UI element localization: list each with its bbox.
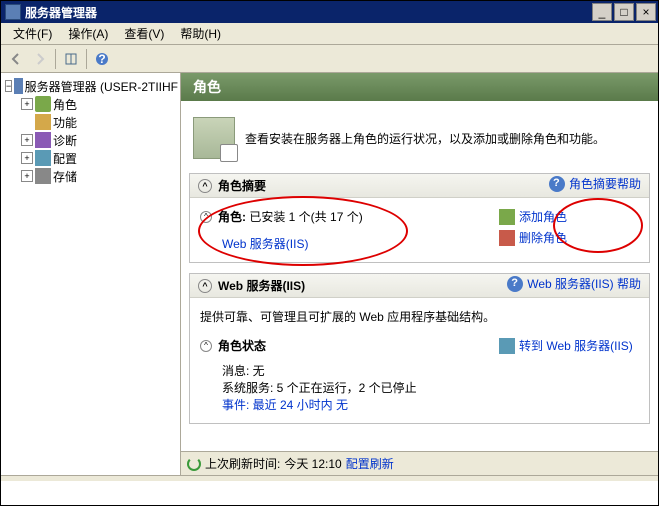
intro-block: 查看安装在服务器上角色的运行状况，以及添加或删除角色和功能。 (189, 109, 650, 173)
features-icon (35, 114, 51, 130)
refresh-label: 上次刷新时间: (205, 455, 280, 472)
expand-icon[interactable]: + (21, 152, 33, 164)
maximize-button[interactable]: □ (614, 3, 634, 21)
collapse-icon[interactable]: − (5, 80, 12, 92)
window-title: 服务器管理器 (25, 4, 97, 21)
section-summary: ^ 角色摘要 角色摘要帮助 ^ 角色: 已安装 1 个(共 17 个) (189, 173, 650, 263)
section-title: Web 服务器(IIS) (218, 277, 305, 294)
svg-text:?: ? (98, 52, 105, 66)
help-link[interactable]: Web 服务器(IIS) 帮助 (507, 275, 641, 292)
forward-button[interactable] (29, 48, 51, 70)
server-icon (14, 78, 22, 94)
menu-file[interactable]: 文件(F) (5, 23, 60, 44)
remove-role-link[interactable]: 删除角色 (499, 229, 639, 246)
help-button[interactable]: ? (91, 48, 113, 70)
tree-label: 角色 (53, 96, 77, 113)
help-icon (507, 276, 523, 292)
content-scroll[interactable]: 查看安装在服务器上角色的运行状况，以及添加或删除角色和功能。 ^ 角色摘要 角色… (181, 101, 658, 451)
collapse-icon[interactable]: ^ (198, 179, 212, 193)
config-refresh-link[interactable]: 配置刷新 (346, 455, 394, 472)
remove-icon (499, 230, 515, 246)
section-webserver: ^ Web 服务器(IIS) Web 服务器(IIS) 帮助 提供可靠、可管理且… (189, 273, 650, 424)
add-icon (499, 209, 515, 225)
tree-item-config[interactable]: + 配置 (3, 149, 178, 167)
tree-item-storage[interactable]: + 存储 (3, 167, 178, 185)
status-evt: 事件: 最近 24 小时内 无 (222, 396, 499, 413)
expand-icon[interactable]: + (21, 98, 33, 110)
tree-label: 存储 (53, 168, 77, 185)
add-role-link[interactable]: 添加角色 (499, 208, 639, 225)
status-msg: 消息: 无 (222, 362, 499, 379)
status-title: 角色状态 (218, 337, 266, 354)
title-bar: 服务器管理器 _ □ × (1, 1, 658, 23)
collapse-icon[interactable]: ^ (200, 211, 212, 223)
tree-label: 诊断 (53, 132, 77, 149)
tree-root[interactable]: − 服务器管理器 (USER-2TIIHF (3, 77, 178, 95)
expand-icon[interactable]: + (21, 134, 33, 146)
content-panel: 角色 查看安装在服务器上角色的运行状况，以及添加或删除角色和功能。 ^ 角色摘要… (181, 73, 658, 475)
tree-item-features[interactable]: 功能 (3, 113, 178, 131)
goto-link[interactable]: 转到 Web 服务器(IIS) (499, 337, 639, 354)
roles-big-icon (193, 117, 235, 159)
diagnostics-icon (35, 132, 51, 148)
status-svc: 系统服务: 5 个正在运行，2 个已停止 (222, 379, 499, 396)
status-bar: 上次刷新时间: 今天 12:10 配置刷新 (181, 451, 658, 475)
tree-label: 功能 (53, 114, 77, 131)
storage-icon (35, 168, 51, 184)
menu-help[interactable]: 帮助(H) (172, 23, 229, 44)
menu-action[interactable]: 操作(A) (60, 23, 116, 44)
roles-count: 已安装 1 个(共 17 个) (249, 210, 362, 224)
link-iis[interactable]: Web 服务器(IIS) (222, 237, 308, 251)
expand-icon[interactable]: + (21, 170, 33, 182)
menu-view[interactable]: 查看(V) (116, 23, 172, 44)
tree-item-diagnostics[interactable]: + 诊断 (3, 131, 178, 149)
toolbar: ? (1, 45, 658, 73)
section-title: 角色摘要 (218, 177, 266, 194)
tree-panel[interactable]: − 服务器管理器 (USER-2TIIHF + 角色 功能 + 诊断 + 配置 … (1, 73, 181, 475)
window-footer (1, 475, 658, 481)
app-icon (5, 4, 21, 20)
intro-text: 查看安装在服务器上角色的运行状况，以及添加或删除角色和功能。 (245, 130, 605, 147)
webserver-desc: 提供可靠、可管理且可扩展的 Web 应用程序基础结构。 (200, 308, 639, 325)
refresh-time: 今天 12:10 (284, 455, 341, 472)
back-button[interactable] (5, 48, 27, 70)
config-icon (35, 150, 51, 166)
tree-item-roles[interactable]: + 角色 (3, 95, 178, 113)
collapse-icon[interactable]: ^ (200, 340, 212, 352)
tree-label: 配置 (53, 150, 77, 167)
goto-icon (499, 338, 515, 354)
show-hide-button[interactable] (60, 48, 82, 70)
tree-root-label: 服务器管理器 (USER-2TIIHF (25, 78, 178, 95)
help-link[interactable]: 角色摘要帮助 (549, 175, 641, 192)
roles-label: 角色: (218, 210, 246, 224)
menu-bar: 文件(F) 操作(A) 查看(V) 帮助(H) (1, 23, 658, 45)
close-button[interactable]: × (636, 3, 656, 21)
content-header: 角色 (181, 73, 658, 101)
minimize-button[interactable]: _ (592, 3, 612, 21)
help-icon (549, 176, 565, 192)
collapse-icon[interactable]: ^ (198, 279, 212, 293)
roles-icon (35, 96, 51, 112)
refresh-icon (187, 457, 201, 471)
